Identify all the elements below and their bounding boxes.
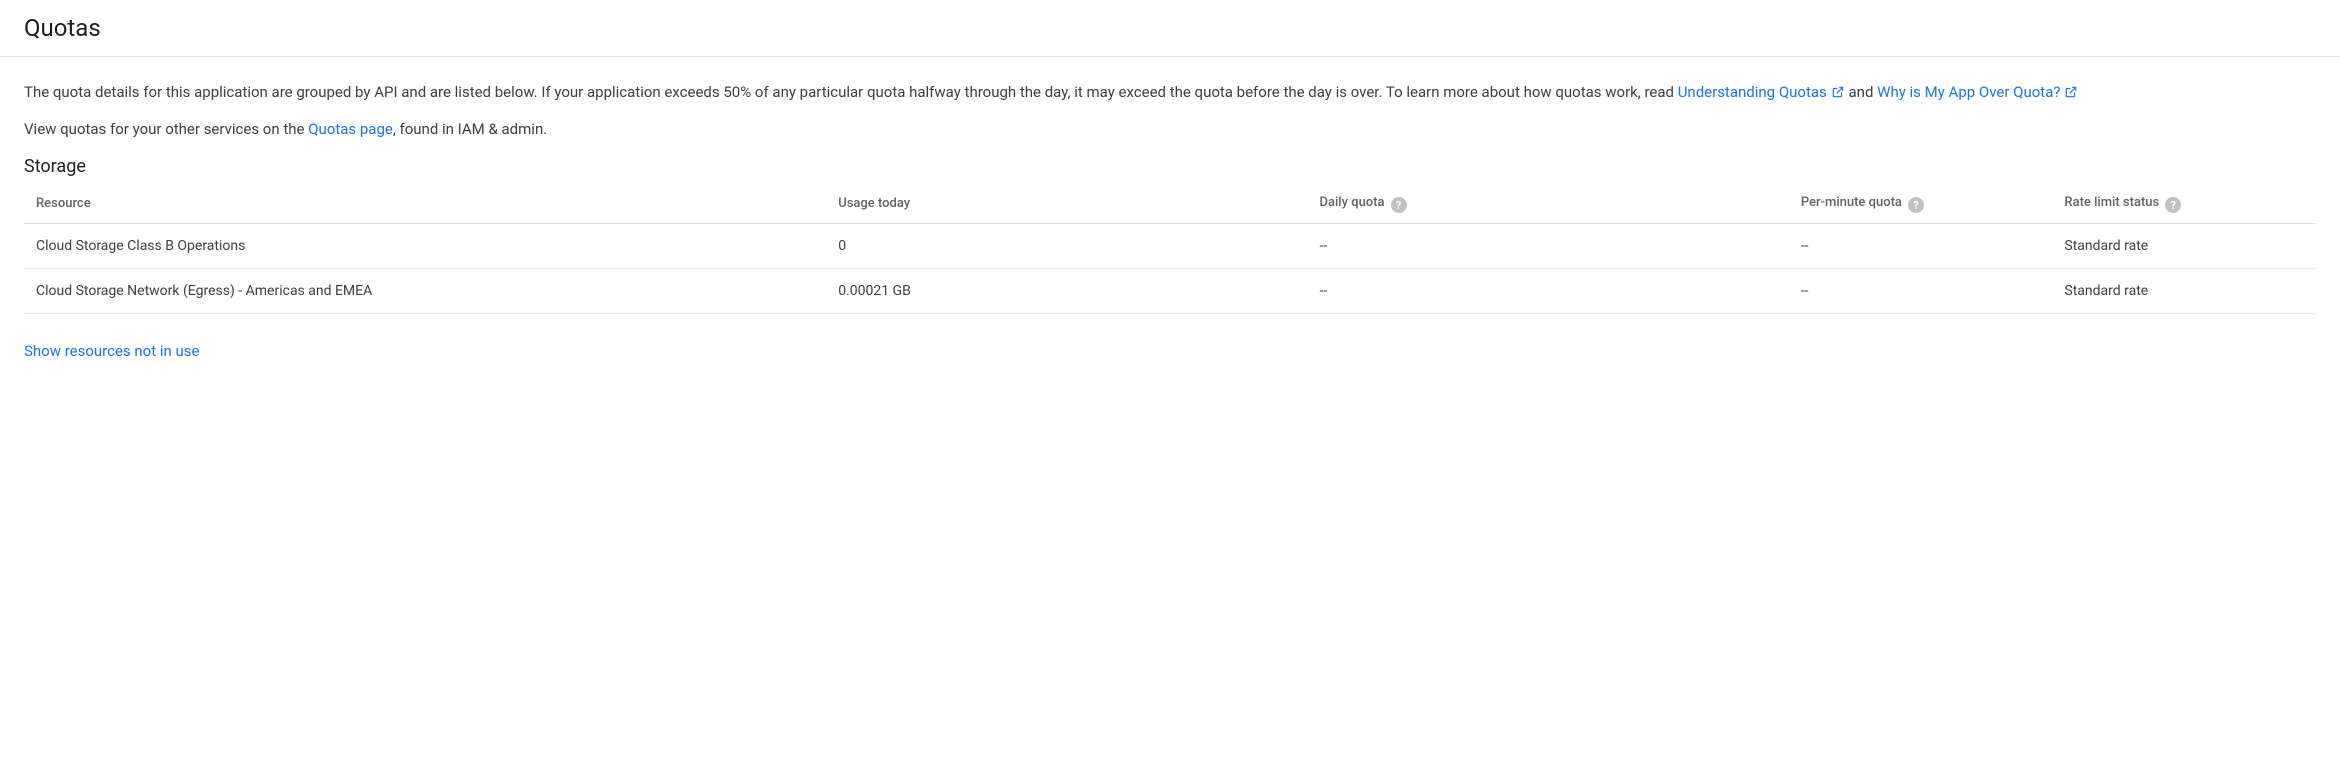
- section-title-storage: Storage: [24, 156, 2316, 177]
- intro-text-pre: The quota details for this application a…: [24, 83, 1678, 101]
- quotas-table: Resource Usage today Daily quota? Per-mi…: [24, 185, 2316, 315]
- understanding-quotas-link[interactable]: Understanding Quotas: [1678, 83, 1845, 101]
- over-quota-link[interactable]: Why is My App Over Quota?: [1877, 83, 2078, 101]
- help-icon[interactable]: ?: [2165, 197, 2181, 213]
- link-text: Why is My App Over Quota?: [1877, 83, 2060, 101]
- cell-daily: --: [1308, 224, 1789, 269]
- external-link-icon: [1831, 83, 1845, 97]
- col-header-daily: Daily quota?: [1308, 185, 1789, 224]
- intro-paragraph-2: View quotas for your other services on t…: [24, 118, 2284, 141]
- cell-usage: 0.00021 GB: [826, 269, 1307, 314]
- header-bar: Quotas: [0, 0, 2340, 57]
- cell-rate: Standard rate: [2052, 224, 2316, 269]
- link-text: Understanding Quotas: [1678, 83, 1827, 101]
- intro-line2-post: , found in IAM & admin.: [393, 120, 547, 138]
- cell-usage: 0: [826, 224, 1307, 269]
- cell-minute: --: [1789, 269, 2053, 314]
- intro-line2-pre: View quotas for your other services on t…: [24, 120, 308, 138]
- content-area: The quota details for this application a…: [0, 57, 2340, 384]
- show-resources-link[interactable]: Show resources not in use: [24, 342, 199, 360]
- col-header-usage: Usage today: [826, 185, 1307, 224]
- table-row: Cloud Storage Network (Egress) - America…: [24, 269, 2316, 314]
- col-header-rate: Rate limit status?: [2052, 185, 2316, 224]
- help-icon[interactable]: ?: [1908, 197, 1924, 213]
- cell-minute: --: [1789, 224, 2053, 269]
- quotas-page-link[interactable]: Quotas page: [308, 120, 393, 138]
- header-label: Rate limit status: [2064, 195, 2159, 210]
- cell-rate: Standard rate: [2052, 269, 2316, 314]
- header-label: Resource: [36, 196, 91, 211]
- col-header-resource: Resource: [24, 185, 826, 224]
- external-link-icon: [2064, 83, 2078, 97]
- cell-resource: Cloud Storage Network (Egress) - America…: [24, 269, 826, 314]
- table-header-row: Resource Usage today Daily quota? Per-mi…: [24, 185, 2316, 224]
- table-row: Cloud Storage Class B Operations 0 -- --…: [24, 224, 2316, 269]
- cell-daily: --: [1308, 269, 1789, 314]
- intro-paragraph-1: The quota details for this application a…: [24, 81, 2284, 104]
- cell-resource: Cloud Storage Class B Operations: [24, 224, 826, 269]
- intro-text-mid: and: [1849, 83, 1878, 101]
- help-icon[interactable]: ?: [1391, 197, 1407, 213]
- col-header-minute: Per-minute quota?: [1789, 185, 2053, 224]
- header-label: Daily quota: [1320, 195, 1385, 210]
- header-label: Per-minute quota: [1801, 195, 1902, 210]
- header-label: Usage today: [838, 196, 910, 211]
- page-title: Quotas: [24, 14, 2316, 42]
